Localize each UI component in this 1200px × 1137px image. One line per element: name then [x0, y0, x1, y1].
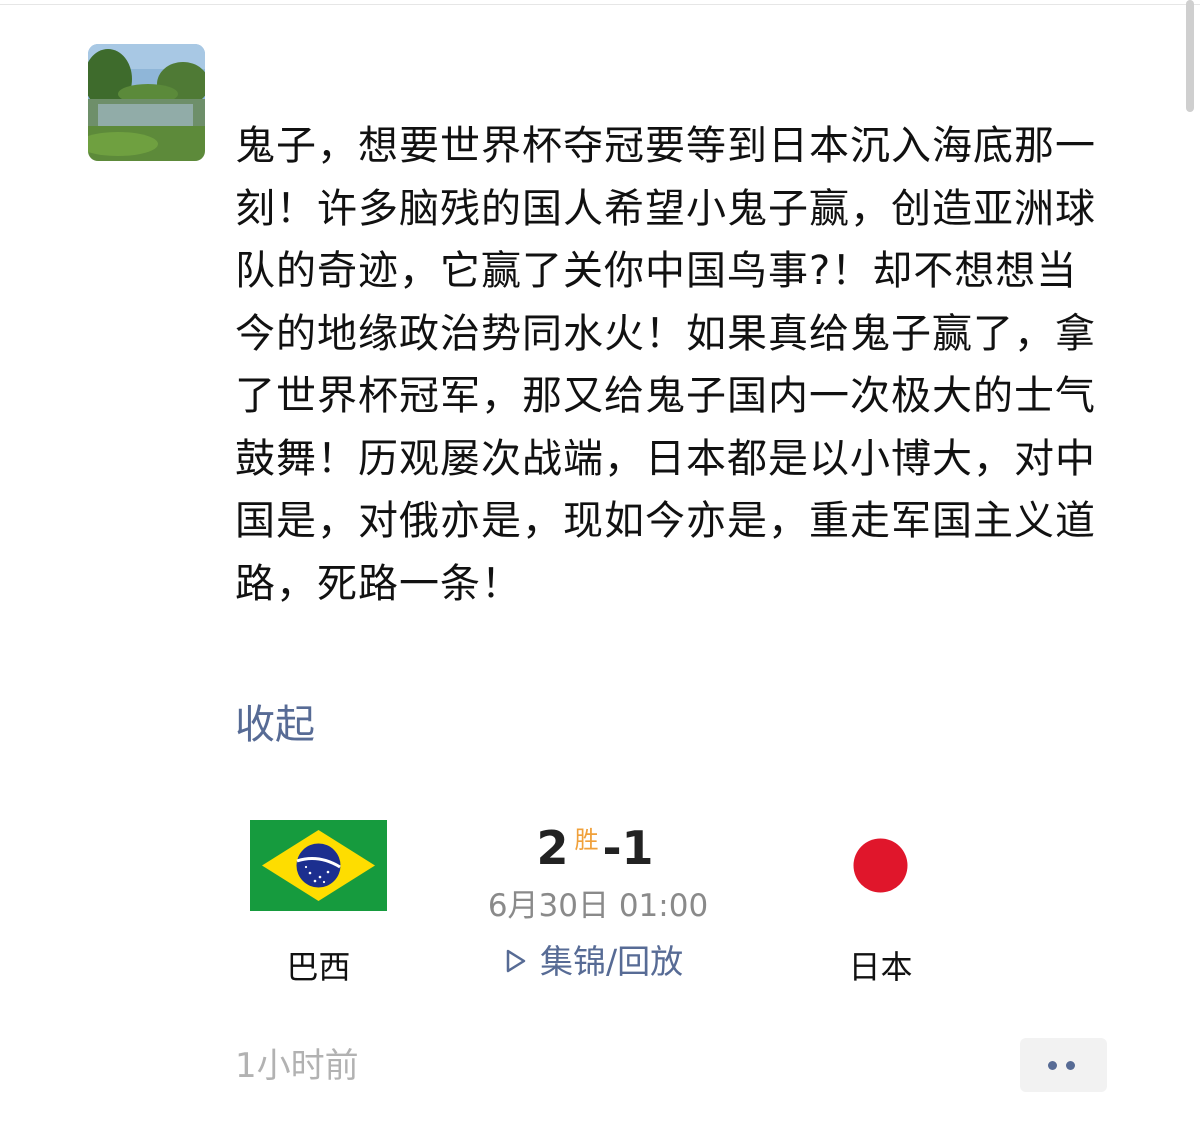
match-datetime: 6月30日 01:00	[487, 888, 709, 924]
post-text: 鬼子，想要世界杯夺冠要等到日本沉入海底那一刻！许多脑残的国人希望小鬼子赢，创造亚…	[235, 123, 1096, 607]
away-score: 1	[621, 821, 654, 875]
post-timestamp: 1小时前	[235, 1046, 359, 1086]
win-badge: 胜	[574, 826, 599, 854]
replay-link[interactable]: 集锦/回放	[506, 938, 683, 986]
team-away-flag[interactable]	[812, 820, 949, 911]
scrollbar[interactable]	[1186, 0, 1194, 112]
brazil-flag-icon	[250, 820, 387, 911]
home-score: 2	[536, 821, 569, 875]
team-home-name[interactable]: 巴西	[250, 945, 387, 989]
more-dots-icon	[1048, 1061, 1057, 1070]
japan-flag-icon	[812, 820, 949, 911]
score-separator: -	[602, 821, 622, 875]
match-score: 2 胜-1	[480, 810, 710, 878]
team-home-flag[interactable]	[250, 820, 387, 911]
top-divider	[0, 4, 1200, 5]
replay-label: 集锦/回放	[540, 942, 684, 981]
play-icon	[506, 938, 526, 986]
landscape-photo-icon	[88, 44, 205, 161]
team-away-name[interactable]: 日本	[812, 945, 949, 989]
more-dots-button[interactable]	[1020, 1038, 1107, 1092]
collapse-link[interactable]: 收起	[235, 697, 315, 753]
avatar[interactable]	[88, 44, 205, 161]
more-dots-icon	[1066, 1061, 1075, 1070]
